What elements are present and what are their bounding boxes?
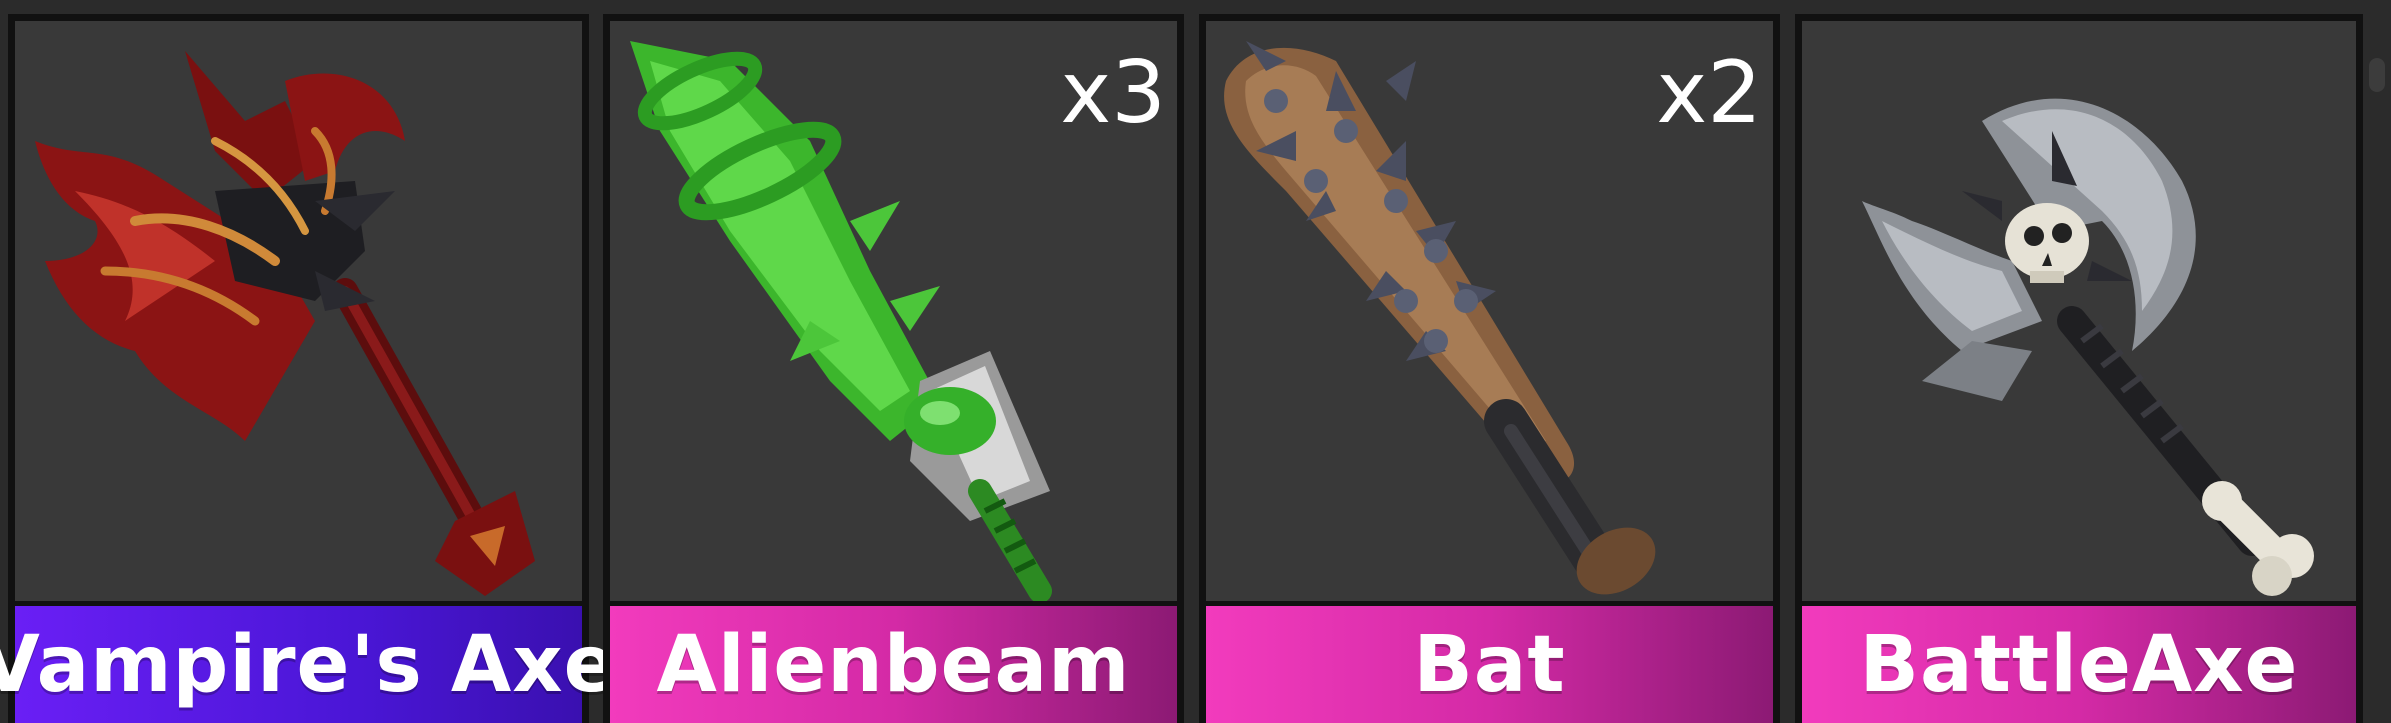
item-name: Alienbeam	[610, 606, 1177, 723]
item-card-bat[interactable]: x2 Bat	[1199, 14, 1780, 723]
item-card-alienbeam[interactable]: x3 Alienbeam	[603, 14, 1184, 723]
battle-axe-icon	[1862, 98, 2314, 596]
item-art	[15, 21, 582, 601]
item-card-vampires-axe[interactable]: Vampire's Axe	[0, 14, 617, 723]
scrollbar-thumb[interactable]	[2369, 58, 2385, 92]
item-name: Vampire's Axe	[0, 606, 617, 723]
item-art	[1802, 21, 2356, 601]
item-card-battleaxe[interactable]: BattleAxe	[1795, 14, 2363, 723]
scrollbar[interactable]	[2365, 0, 2391, 723]
vampire-axe-icon	[35, 51, 535, 596]
inventory-grid: Vampire's Axe x3 Alienbeam x2 Bat Battle…	[0, 0, 2391, 723]
item-count: x2	[1656, 43, 1762, 143]
item-count: x3	[1060, 43, 1166, 143]
item-name: BattleAxe	[1802, 606, 2356, 723]
item-name: Bat	[1206, 606, 1773, 723]
